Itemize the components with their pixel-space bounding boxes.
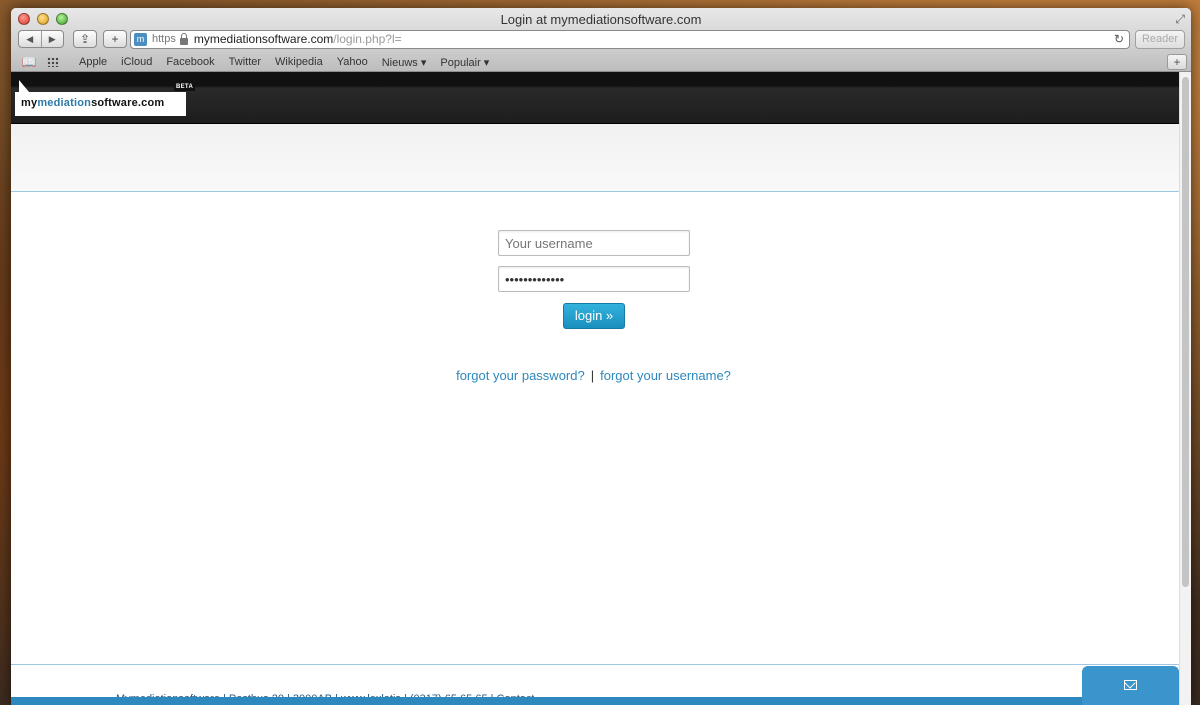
contact-tab[interactable] xyxy=(1082,666,1179,705)
add-bookmark-button[interactable]: + xyxy=(1167,54,1187,70)
new-tab-button[interactable]: + xyxy=(103,30,127,48)
scrollbar-thumb[interactable] xyxy=(1182,77,1189,587)
beta-badge: BETA xyxy=(174,83,196,91)
bookmark-facebook[interactable]: Facebook xyxy=(166,56,214,68)
password-input[interactable] xyxy=(498,266,690,292)
mail-icon xyxy=(1124,679,1137,690)
logo-flag-icon xyxy=(19,80,29,92)
footer-divider xyxy=(11,664,1179,665)
login-button[interactable]: login » xyxy=(563,303,625,329)
share-button[interactable]: ⇪ xyxy=(73,30,97,48)
footer-bar xyxy=(11,697,1179,705)
bookmark-yahoo[interactable]: Yahoo xyxy=(337,56,368,68)
bookmarks-bar: 📖 Apple iCloud Facebook Twitter Wikipedi… xyxy=(11,53,1191,71)
site-logo[interactable]: mymediationsoftware.com xyxy=(15,92,186,116)
page-content: mymediationsoftware.com BETA login » for… xyxy=(11,72,1179,705)
url-host: mymediationsoftware.com xyxy=(193,32,334,46)
forgot-username-link[interactable]: forgot your username? xyxy=(600,368,731,383)
top-sites-icon[interactable] xyxy=(47,57,59,67)
site-favicon-icon: m xyxy=(134,33,147,46)
logo-prefix: my xyxy=(21,97,38,109)
forward-button[interactable]: ▶ xyxy=(40,31,64,47)
nav-buttons: ◀ ▶ xyxy=(18,30,64,48)
forgot-links: forgot your password? | forgot your userna… xyxy=(11,368,1176,383)
https-label: https xyxy=(152,33,176,45)
window-title: Login at mymediationsoftware.com xyxy=(500,12,702,27)
fullscreen-icon[interactable]: ⤢ xyxy=(1175,12,1185,27)
page-banner xyxy=(11,124,1179,192)
link-separator: | xyxy=(590,368,595,383)
forgot-password-link[interactable]: forgot your password? xyxy=(456,368,585,383)
bookmark-populair[interactable]: Populair ▾ xyxy=(440,56,489,69)
logo-suffix: software.com xyxy=(91,97,165,109)
reading-list-icon[interactable]: 📖 xyxy=(21,55,37,69)
bookmark-wikipedia[interactable]: Wikipedia xyxy=(275,56,323,68)
bookmark-icloud[interactable]: iCloud xyxy=(121,56,152,68)
logo-middle: mediation xyxy=(37,97,92,109)
browser-toolbar: Login at mymediationsoftware.com ⤢ ◀ ▶ ⇪… xyxy=(11,8,1191,72)
page-scrollbar[interactable] xyxy=(1179,72,1191,705)
reader-button[interactable]: Reader xyxy=(1135,30,1185,49)
reload-icon[interactable]: ↻ xyxy=(1114,31,1124,48)
username-input[interactable] xyxy=(498,230,690,256)
site-header: mymediationsoftware.com BETA xyxy=(11,72,1179,124)
login-form: login » xyxy=(498,230,690,329)
lock-icon xyxy=(179,32,188,45)
bookmark-apple[interactable]: Apple xyxy=(79,56,107,68)
bookmark-nieuws[interactable]: Nieuws ▾ xyxy=(382,56,427,69)
address-bar[interactable]: m https mymediationsoftware.com /login.p… xyxy=(130,30,1130,49)
browser-window: Login at mymediationsoftware.com ⤢ ◀ ▶ ⇪… xyxy=(11,8,1191,705)
url-path: /login.php?l= xyxy=(333,32,402,46)
bookmark-twitter[interactable]: Twitter xyxy=(229,56,261,68)
back-button[interactable]: ◀ xyxy=(19,31,41,47)
